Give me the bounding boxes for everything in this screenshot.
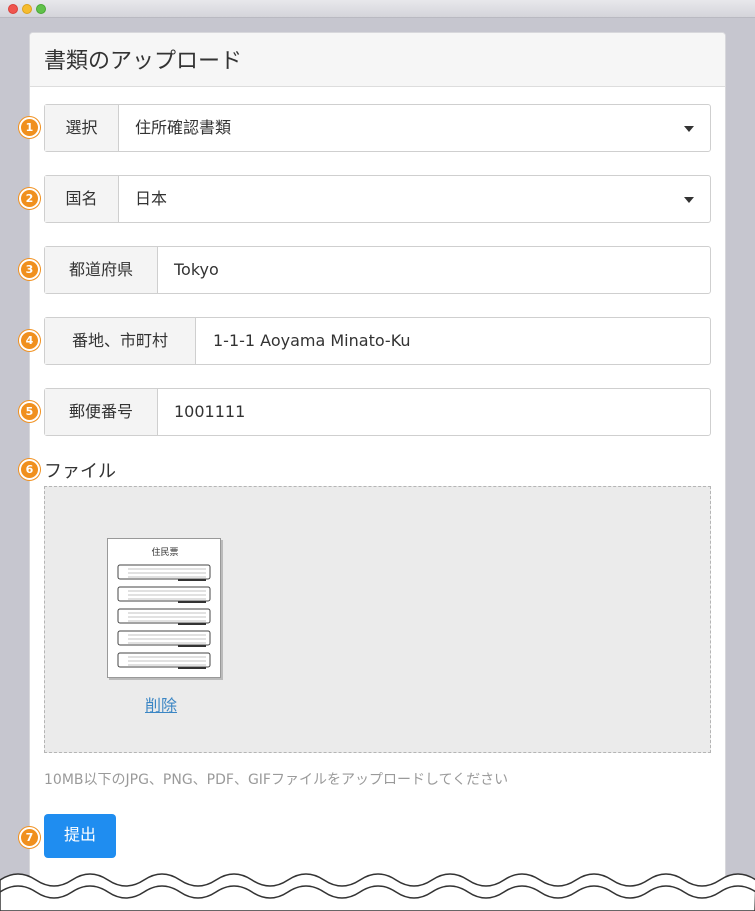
address-field[interactable]: 番地、市町村 1-1-1 Aoyama Minato-Ku <box>44 317 711 365</box>
thumbnail-title: 住民票 <box>151 546 178 558</box>
torn-edge <box>0 873 755 911</box>
document-type-select[interactable]: 選択 住所確認書類 <box>44 104 711 152</box>
prefecture-label: 都道府県 <box>45 247 158 293</box>
step-badge: 2 <box>19 188 40 209</box>
page-title: 書類のアップロード <box>44 49 243 74</box>
address-input[interactable]: 1-1-1 Aoyama Minato-Ku <box>213 318 411 364</box>
caret-down-icon <box>684 126 694 132</box>
step-badge: 1 <box>19 117 40 138</box>
prefecture-input[interactable]: Tokyo <box>174 247 219 293</box>
postal-code-label: 郵便番号 <box>45 389 158 435</box>
document-preview: 住民票 <box>117 546 211 669</box>
caret-down-icon <box>684 197 694 203</box>
document-thumbnail-icon: 住民票 <box>107 538 221 678</box>
document-type-label: 選択 <box>45 105 119 151</box>
upload-hint: 10MB以下のJPG、PNG、PDF、GIFファイルをアップロードしてください <box>44 772 509 788</box>
submit-button[interactable]: 提出 <box>44 814 116 858</box>
address-label: 番地、市町村 <box>45 318 196 364</box>
minimize-icon[interactable] <box>22 4 32 14</box>
step-badge: 4 <box>19 330 40 351</box>
step-badge: 5 <box>19 401 40 422</box>
close-icon[interactable] <box>8 4 18 14</box>
step-badge: 7 <box>19 827 40 848</box>
postal-code-field[interactable]: 郵便番号 1001111 <box>44 388 711 436</box>
file-label: ファイル <box>44 461 116 482</box>
delete-file-link[interactable]: 削除 <box>145 692 177 716</box>
prefecture-field[interactable]: 都道府県 Tokyo <box>44 246 711 294</box>
country-label: 国名 <box>45 176 119 222</box>
country-value: 日本 <box>135 189 168 208</box>
document-type-value: 住所確認書類 <box>135 118 232 137</box>
panel-header: 書類のアップロード <box>30 33 725 87</box>
postal-code-input[interactable]: 1001111 <box>174 389 245 435</box>
maximize-icon[interactable] <box>36 4 46 14</box>
country-select[interactable]: 国名 日本 <box>44 175 711 223</box>
file-dropzone[interactable]: 住民票 削除 <box>44 486 711 753</box>
step-badge: 6 <box>19 459 40 480</box>
step-badge: 3 <box>19 259 40 280</box>
window-titlebar <box>0 0 755 18</box>
